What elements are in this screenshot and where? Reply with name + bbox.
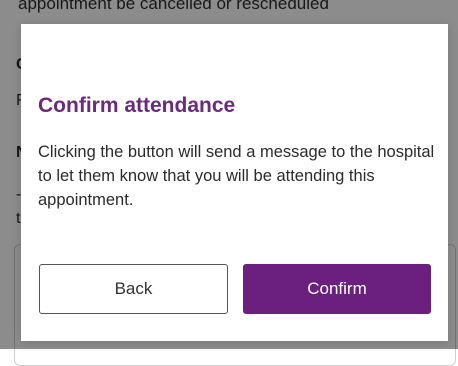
dialog-message: Clicking the button will send a message … xyxy=(38,143,435,209)
dialog-title: Confirm attendance xyxy=(38,94,236,117)
back-button[interactable]: Back xyxy=(39,264,228,314)
confirm-button[interactable]: Confirm xyxy=(243,264,431,314)
confirm-attendance-dialog: Confirm attendance Clicking the button w… xyxy=(21,24,448,341)
